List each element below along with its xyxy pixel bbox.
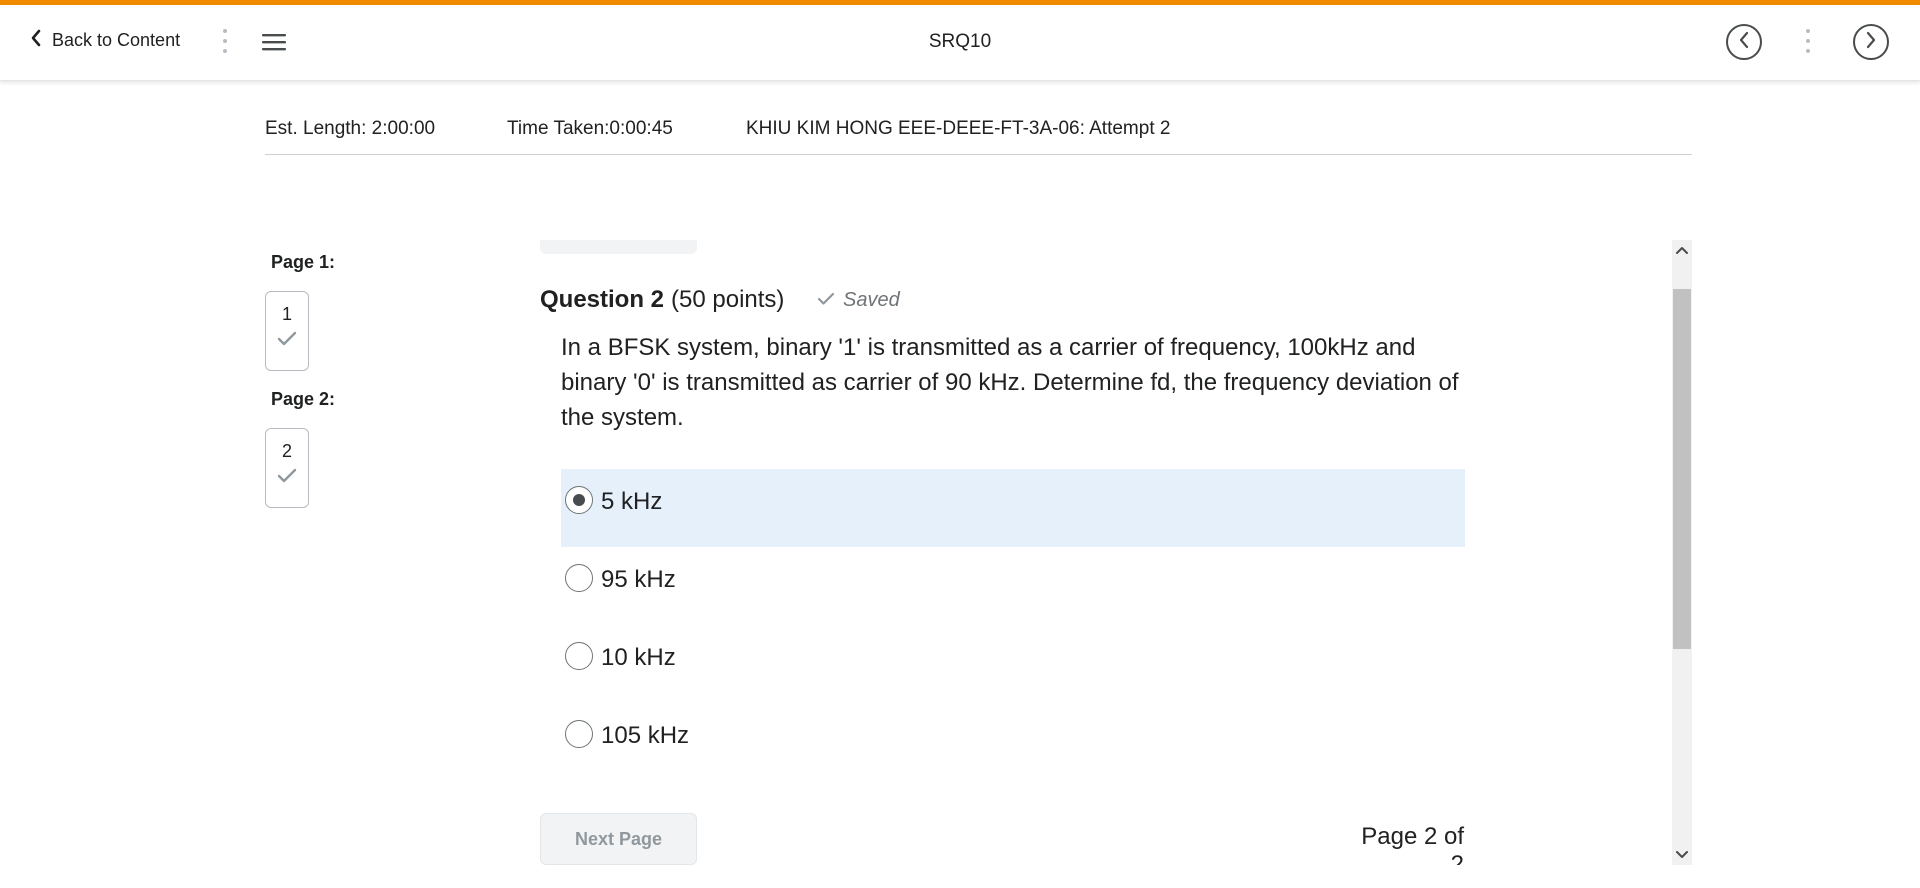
- back-to-content-link[interactable]: Back to Content: [30, 29, 180, 52]
- page-1-label: Page 1:: [271, 252, 336, 272]
- saved-status-label: Saved: [843, 289, 900, 311]
- est-length-text: Est. Length: 2:00:00: [265, 118, 436, 139]
- scroll-up-icon[interactable]: [1672, 240, 1692, 260]
- page-1-question-box[interactable]: 1: [265, 291, 309, 371]
- attempt-text: KHIU KIM HONG EEE-DEEE-FT-3A-06: Attempt…: [746, 118, 1171, 139]
- chevron-left-icon: [30, 29, 42, 52]
- previous-button-stub: [540, 240, 697, 254]
- page-2-question-box[interactable]: 2: [265, 428, 309, 508]
- answer-option-3[interactable]: 10 kHz: [561, 625, 1465, 703]
- next-circle-icon: [1864, 31, 1878, 54]
- radio-button[interactable]: [565, 564, 593, 592]
- vertical-scrollbar[interactable]: [1672, 240, 1692, 865]
- check-icon: [817, 289, 835, 312]
- previous-button[interactable]: [1726, 24, 1762, 60]
- vertical-separator: [1806, 29, 1810, 59]
- question-text: In a BFSK system, binary '1' is transmit…: [561, 334, 1459, 431]
- question-heading: Question 2 (50 points): [540, 286, 784, 314]
- saved-status: Saved: [817, 289, 900, 312]
- scroll-down-icon[interactable]: [1672, 845, 1692, 865]
- answer-option-label: 10 kHz: [601, 644, 676, 671]
- question-title: Question 2: [540, 286, 665, 313]
- answer-option-2[interactable]: 95 kHz: [561, 547, 1465, 625]
- quiz-meta-row: Est. Length: 2:00:00 Time Taken:0:00:45 …: [265, 118, 1692, 155]
- next-page-button[interactable]: Next Page: [540, 813, 697, 865]
- answer-option-label: 5 kHz: [601, 488, 663, 515]
- radio-button-selected[interactable]: [565, 486, 593, 514]
- time-taken-text: Time Taken:0:00:45: [507, 118, 673, 139]
- vertical-separator: [223, 29, 227, 59]
- check-icon: [266, 468, 308, 489]
- next-button[interactable]: [1853, 24, 1889, 60]
- top-navbar: Back to Content SRQ10: [0, 5, 1920, 81]
- question-scroll-panel: Question 2 (50 points) Saved In a BFSK s…: [530, 240, 1692, 865]
- answer-option-1[interactable]: 5 kHz: [561, 469, 1465, 547]
- check-icon: [266, 331, 308, 352]
- page-2-question-number: 2: [281, 441, 292, 461]
- question-points: (50 points): [671, 286, 785, 313]
- page-2-label: Page 2:: [271, 389, 336, 409]
- page-indicator: Page 2 of 2: [1361, 823, 1464, 865]
- page-title: SRQ10: [928, 31, 992, 52]
- radio-button[interactable]: [565, 720, 593, 748]
- scrollbar-thumb[interactable]: [1673, 289, 1691, 649]
- radio-button[interactable]: [565, 642, 593, 670]
- page-1-question-number: 1: [281, 304, 292, 324]
- hamburger-menu-button[interactable]: [262, 33, 286, 56]
- answer-option-label: 105 kHz: [601, 722, 690, 749]
- previous-circle-icon: [1737, 31, 1751, 54]
- answer-option-label: 95 kHz: [601, 566, 676, 593]
- hamburger-menu-icon: [262, 34, 286, 55]
- back-to-content-label: Back to Content: [52, 30, 181, 50]
- answer-option-4[interactable]: 105 kHz: [561, 703, 1465, 781]
